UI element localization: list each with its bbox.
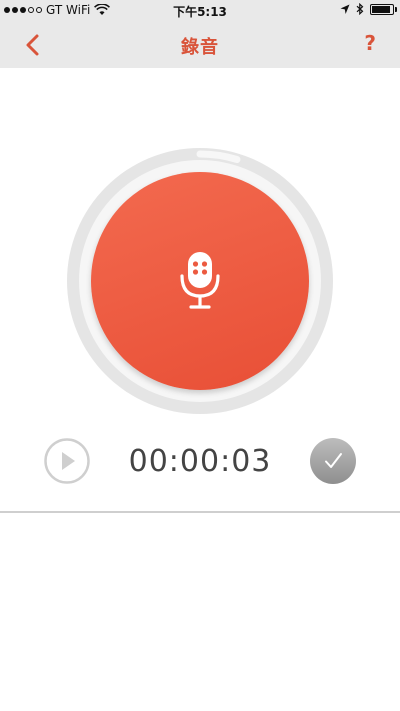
microphone-icon (180, 252, 220, 309)
top-bar: GT WiFi 下午5:13 錄音 ? (0, 0, 400, 68)
location-icon (340, 4, 350, 14)
confirm-button[interactable] (310, 438, 356, 484)
battery-icon (370, 3, 397, 15)
help-button[interactable]: ? (364, 31, 376, 55)
recording-progress-ring (67, 148, 333, 414)
page-title: 錄音 (181, 37, 219, 58)
divider (0, 511, 400, 513)
nav-bar: 錄音 ? (0, 22, 400, 68)
bluetooth-icon (356, 3, 364, 15)
record-area: 00:00:03 (0, 68, 400, 513)
record-button[interactable] (91, 172, 309, 390)
status-right (340, 3, 397, 15)
status-bar: GT WiFi 下午5:13 (0, 0, 400, 22)
recording-screen: GT WiFi 下午5:13 錄音 ? 00:00:03 (0, 0, 400, 711)
checkmark-icon (325, 453, 342, 468)
controls-row: 00:00:03 (0, 432, 400, 492)
